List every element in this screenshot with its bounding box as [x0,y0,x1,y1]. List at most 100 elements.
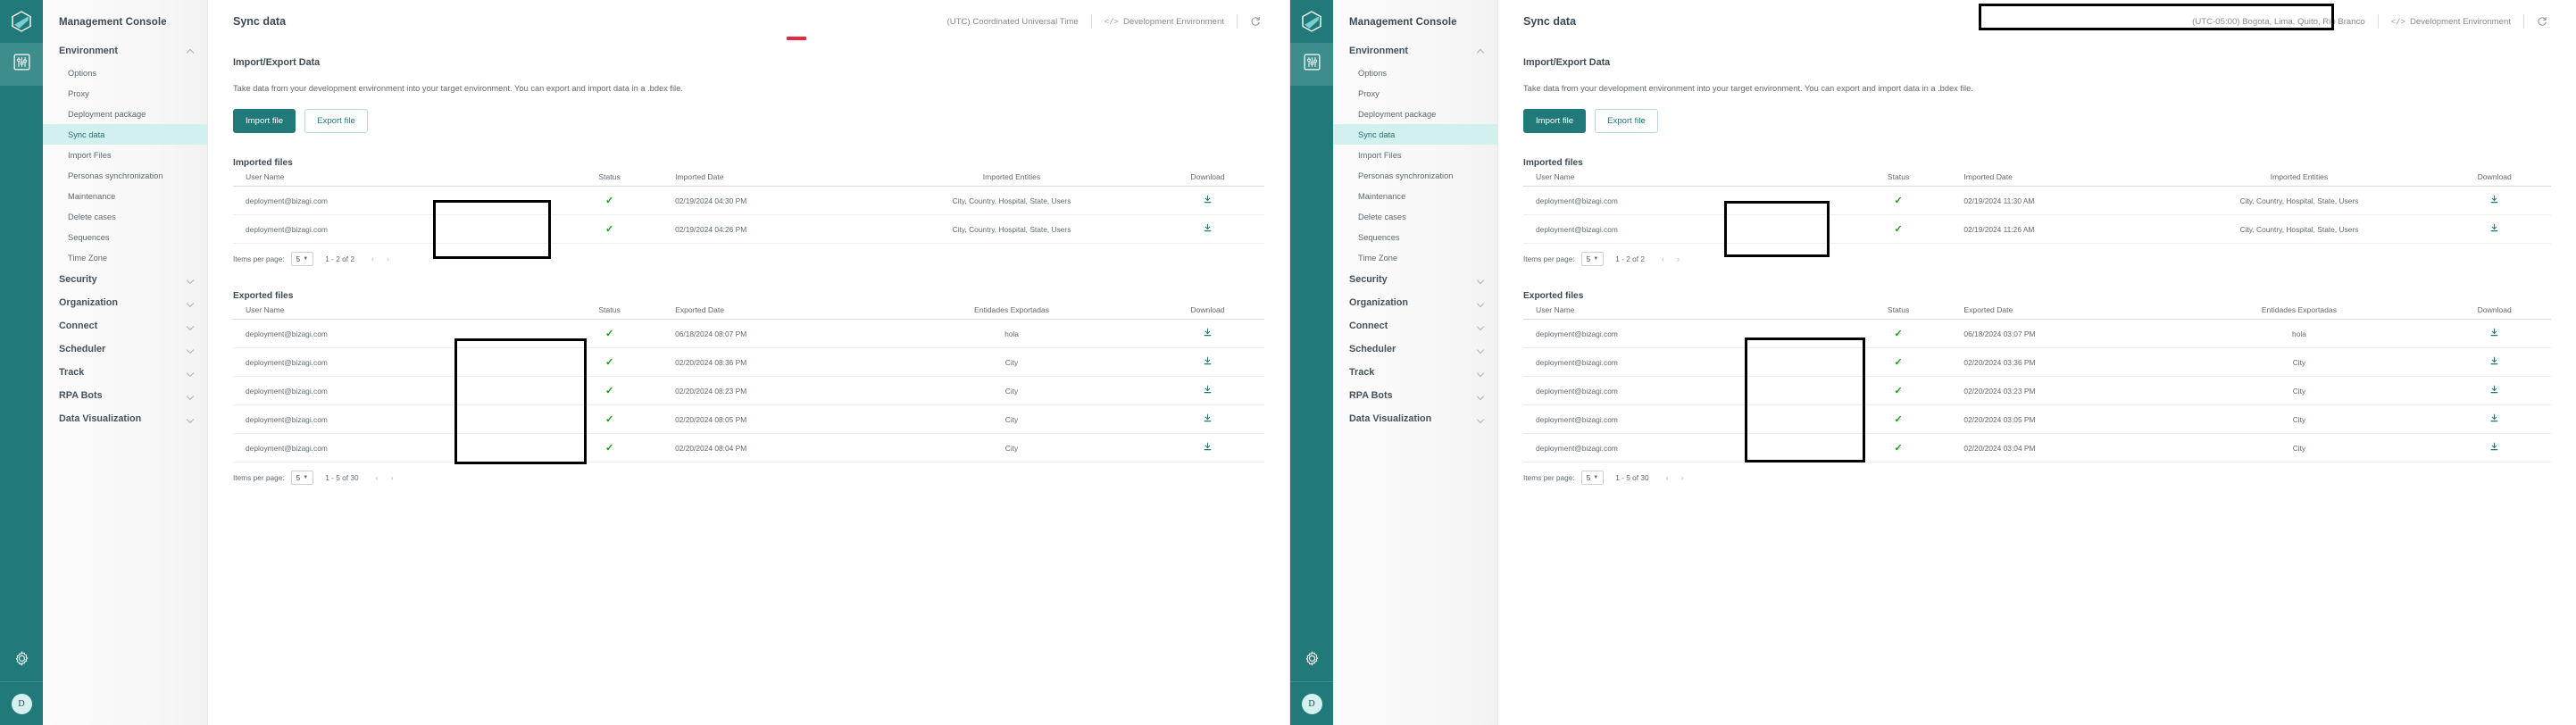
sidebar-item-delete-cases[interactable]: Delete cases [43,206,207,227]
download-icon[interactable] [1203,356,1213,368]
download-icon[interactable] [1203,413,1213,425]
cell-download[interactable] [1150,319,1264,348]
sidebar-item-import-files[interactable]: Import Files [43,145,207,165]
items-per-page-select[interactable]: 5 ▼ [290,471,314,485]
table-row[interactable]: deployment@bizagi.com ✓ 02/20/2024 03:36… [1523,347,2551,377]
sidebar-item-sequences[interactable]: Sequences [43,227,207,247]
items-per-page-select[interactable]: 5 ▼ [1580,252,1605,266]
user-avatar-button[interactable]: D [0,682,43,725]
refresh-button[interactable] [1238,16,1270,27]
table-row[interactable]: deployment@bizagi.com ✓ 02/20/2024 03:04… [1523,433,2551,462]
table-row[interactable]: deployment@bizagi.com ✓ 02/20/2024 08:36… [233,347,1264,377]
sidebar-item-sync-data[interactable]: Sync data [1333,124,1497,145]
sidebar-group-scheduler[interactable]: Scheduler [1333,338,1497,361]
cell-download[interactable] [1150,347,1264,377]
import-file-button[interactable]: Import file [233,109,296,133]
sidebar-group-scheduler[interactable]: Scheduler [43,338,207,361]
cell-download[interactable] [2438,214,2551,244]
table-row[interactable]: deployment@bizagi.com ✓ 02/19/2024 11:30… [1523,186,2551,215]
download-icon[interactable] [2489,195,2499,206]
user-avatar-button[interactable]: D [1290,682,1333,725]
sidebar-item-delete-cases[interactable]: Delete cases [1333,206,1497,227]
cell-download[interactable] [2438,404,2551,434]
cell-download[interactable] [1150,404,1264,434]
sidebar-item-import-files[interactable]: Import Files [1333,145,1497,165]
environment-display[interactable]: </> Development Environment [2379,17,2523,27]
sidebar-group-organization[interactable]: Organization [1333,291,1497,314]
export-file-button[interactable]: Export file [304,109,368,133]
sidebar-item-maintenance[interactable]: Maintenance [43,186,207,206]
download-icon[interactable] [1203,195,1213,206]
download-icon[interactable] [2489,223,2499,235]
sidebar-group-track[interactable]: Track [43,361,207,384]
sidebar-item-personas-synchronization[interactable]: Personas synchronization [43,165,207,186]
rail-item-management-console[interactable] [0,43,43,86]
download-icon[interactable] [1203,328,1213,339]
cell-download[interactable] [2438,319,2551,348]
chevron-left-icon[interactable]: ‹ [376,473,379,482]
download-icon[interactable] [2489,442,2499,454]
cell-download[interactable] [1150,214,1264,244]
sidebar-item-proxy[interactable]: Proxy [43,83,207,104]
rail-settings-button[interactable] [0,639,43,682]
environment-display[interactable]: </> Development Environment [1092,17,1237,27]
chevron-left-icon[interactable]: ‹ [371,254,374,263]
download-icon[interactable] [2489,385,2499,396]
sidebar-group-rpa-bots[interactable]: RPA Bots [43,384,207,407]
table-row[interactable]: deployment@bizagi.com ✓ 02/19/2024 04:30… [233,186,1264,215]
table-row[interactable]: deployment@bizagi.com ✓ 06/18/2024 03:07… [1523,319,2551,348]
sidebar-item-options[interactable]: Options [43,62,207,83]
sidebar-item-maintenance[interactable]: Maintenance [1333,186,1497,206]
export-file-button[interactable]: Export file [1595,109,1658,133]
chevron-right-icon[interactable]: › [1677,254,1680,263]
chevron-right-icon[interactable]: › [387,254,389,263]
rail-item-management-console[interactable] [1290,43,1333,86]
sidebar-item-deployment-package[interactable]: Deployment package [43,104,207,124]
timezone-display[interactable]: (UTC-05:00) Bogota, Lima, Quito, Rio Bra… [2180,17,2378,27]
table-row[interactable]: deployment@bizagi.com ✓ 02/19/2024 11:26… [1523,214,2551,244]
table-row[interactable]: deployment@bizagi.com ✓ 02/20/2024 08:04… [233,433,1264,462]
table-row[interactable]: deployment@bizagi.com ✓ 02/20/2024 08:23… [233,376,1264,405]
sidebar-group-environment[interactable]: Environment [43,39,207,62]
chevron-right-icon[interactable]: › [391,473,394,482]
table-row[interactable]: deployment@bizagi.com ✓ 06/18/2024 08:07… [233,319,1264,348]
sidebar-group-environment[interactable]: Environment [1333,39,1497,62]
sidebar-item-deployment-package[interactable]: Deployment package [1333,104,1497,124]
sidebar-group-connect[interactable]: Connect [43,314,207,338]
download-icon[interactable] [1203,442,1213,454]
sidebar-item-sequences[interactable]: Sequences [1333,227,1497,247]
table-row[interactable]: deployment@bizagi.com ✓ 02/20/2024 03:23… [1523,376,2551,405]
sidebar-group-security[interactable]: Security [1333,268,1497,291]
sidebar-item-sync-data[interactable]: Sync data [43,124,207,145]
items-per-page-select[interactable]: 5 ▼ [290,252,314,266]
table-row[interactable]: deployment@bizagi.com ✓ 02/20/2024 08:05… [233,404,1264,434]
sidebar-group-rpa-bots[interactable]: RPA Bots [1333,384,1497,407]
chevron-right-icon[interactable]: › [1681,473,1684,482]
download-icon[interactable] [1203,385,1213,396]
timezone-display[interactable]: (UTC) Coordinated Universal Time [935,17,1091,27]
cell-download[interactable] [2438,186,2551,215]
download-icon[interactable] [1203,223,1213,235]
sidebar-group-data-visualization[interactable]: Data Visualization [1333,407,1497,430]
sidebar-group-organization[interactable]: Organization [43,291,207,314]
cell-download[interactable] [2438,433,2551,462]
table-row[interactable]: deployment@bizagi.com ✓ 02/20/2024 03:05… [1523,404,2551,434]
refresh-button[interactable] [2524,16,2556,27]
sidebar-item-time-zone[interactable]: Time Zone [43,247,207,268]
import-file-button[interactable]: Import file [1523,109,1587,133]
items-per-page-select[interactable]: 5 ▼ [1580,471,1605,485]
chevron-left-icon[interactable]: ‹ [1662,254,1664,263]
sidebar-item-proxy[interactable]: Proxy [1333,83,1497,104]
sidebar-group-data-visualization[interactable]: Data Visualization [43,407,207,430]
sidebar-item-options[interactable]: Options [1333,62,1497,83]
rail-settings-button[interactable] [1290,639,1333,682]
sidebar-group-security[interactable]: Security [43,268,207,291]
chevron-left-icon[interactable]: ‹ [1666,473,1669,482]
sidebar-group-connect[interactable]: Connect [1333,314,1497,338]
table-row[interactable]: deployment@bizagi.com ✓ 02/19/2024 04:26… [233,214,1264,244]
download-icon[interactable] [2489,356,2499,368]
sidebar-group-track[interactable]: Track [1333,361,1497,384]
cell-download[interactable] [2438,376,2551,405]
sidebar-item-personas-synchronization[interactable]: Personas synchronization [1333,165,1497,186]
download-icon[interactable] [2489,328,2499,339]
